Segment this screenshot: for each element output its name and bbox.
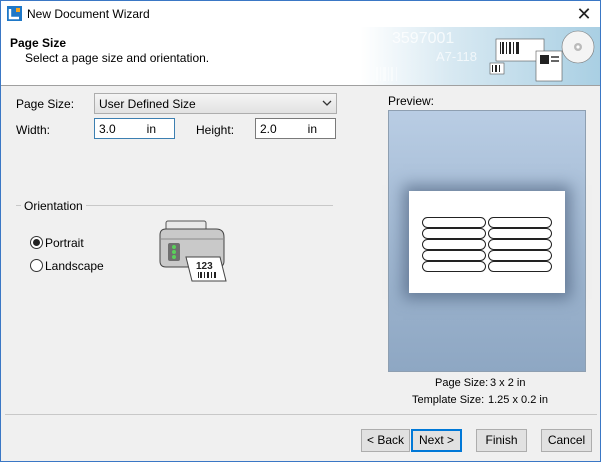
page-size-dropdown[interactable]: User Defined Size	[94, 93, 337, 114]
preview-label-cell	[488, 239, 552, 250]
width-value: 3.0	[99, 122, 116, 136]
preview-page-size-label: Page Size:	[435, 377, 489, 389]
chevron-down-icon	[322, 100, 332, 106]
orientation-group-title: Orientation	[21, 199, 86, 213]
banner-number-1: 3597001	[392, 30, 454, 47]
finish-button[interactable]: Finish	[476, 429, 527, 452]
preview-label-cell	[488, 217, 552, 228]
page-subtitle: Select a page size and orientation.	[25, 51, 210, 65]
close-button[interactable]: ✕	[568, 1, 600, 27]
page-size-label: Page Size:	[16, 97, 75, 111]
height-input[interactable]: 2.0 in	[255, 118, 336, 139]
preview-page-size-value: 3 x 2 in	[490, 377, 526, 389]
banner-number-2: A7-118	[436, 49, 477, 64]
portrait-label[interactable]: Portrait	[45, 236, 84, 250]
preview-page	[409, 191, 565, 293]
title-bar: New Document Wizard ✕	[1, 1, 600, 27]
landscape-radio[interactable]	[30, 259, 43, 272]
page-title: Page Size	[10, 36, 67, 50]
width-input[interactable]: 3.0 in	[94, 118, 175, 139]
height-unit: in	[307, 122, 317, 136]
cancel-button[interactable]: Cancel	[541, 429, 592, 452]
preview-template-size-value: 1.25 x 0.2 in	[488, 394, 548, 406]
preview-label: Preview:	[388, 94, 435, 108]
label-wizard-icon	[7, 6, 22, 21]
preview-label-cell	[422, 228, 486, 239]
wizard-header: Page Size Select a page size and orienta…	[1, 27, 600, 86]
preview-label-cell	[488, 261, 552, 272]
preview-label-cell	[422, 250, 486, 261]
preview-label-cell	[488, 228, 552, 239]
preview-label-cell	[422, 217, 486, 228]
preview-label-cell	[488, 250, 552, 261]
height-value: 2.0	[260, 122, 277, 136]
height-label: Height:	[196, 123, 235, 137]
preview-label-cell	[422, 239, 486, 250]
width-label: Width:	[16, 123, 51, 137]
label-printer-icon: 123	[159, 220, 227, 282]
wizard-window: New Document Wizard ✕ Page Size Select a…	[0, 0, 601, 462]
landscape-label[interactable]: Landscape	[45, 259, 104, 273]
barcode-label-graphic	[489, 30, 595, 82]
header-banner-image: 3597001 A7-118	[376, 30, 595, 82]
radio-selected-dot	[33, 239, 40, 246]
portrait-radio[interactable]	[30, 236, 43, 249]
window-title: New Document Wizard	[27, 7, 150, 21]
preview-template-size-label: Template Size:	[412, 394, 485, 406]
width-unit: in	[146, 122, 156, 136]
printer-label-text: 123	[196, 261, 213, 272]
next-button[interactable]: Next >	[411, 429, 462, 452]
preview-label-cell	[422, 261, 486, 272]
footer-divider	[5, 414, 597, 415]
back-button[interactable]: < Back	[361, 429, 410, 452]
preview-panel	[388, 110, 586, 372]
page-size-value: User Defined Size	[99, 97, 196, 111]
